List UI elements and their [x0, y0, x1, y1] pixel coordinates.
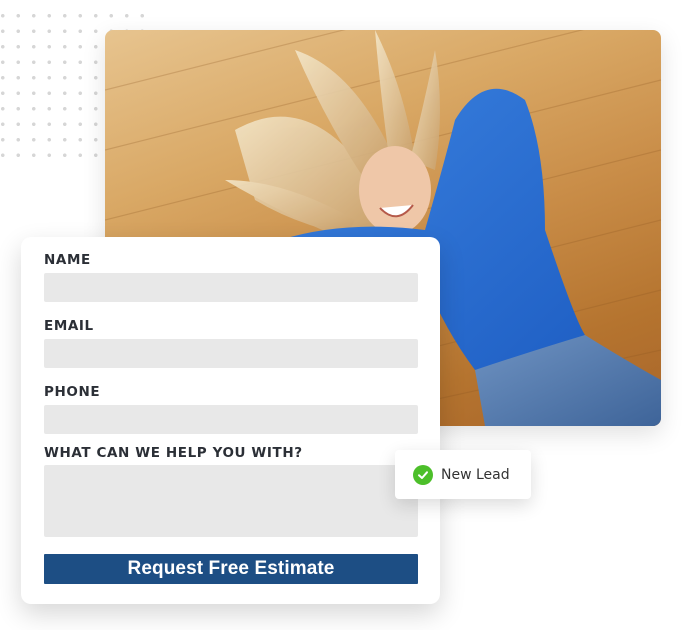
name-label: NAME [44, 252, 91, 268]
name-input[interactable] [44, 273, 418, 302]
estimate-form-card: NAME EMAIL PHONE WHAT CAN WE HELP YOU WI… [21, 237, 440, 604]
request-estimate-button[interactable]: Request Free Estimate [44, 554, 418, 584]
phone-input[interactable] [44, 405, 418, 434]
face [359, 146, 431, 234]
help-textarea[interactable] [44, 465, 418, 537]
phone-label: PHONE [44, 384, 101, 400]
new-lead-notification: New Lead [395, 450, 531, 499]
notification-text: New Lead [441, 466, 510, 483]
check-circle-icon [413, 464, 433, 485]
email-input[interactable] [44, 339, 418, 368]
help-label: WHAT CAN WE HELP YOU WITH? [44, 445, 303, 461]
email-label: EMAIL [44, 318, 94, 334]
